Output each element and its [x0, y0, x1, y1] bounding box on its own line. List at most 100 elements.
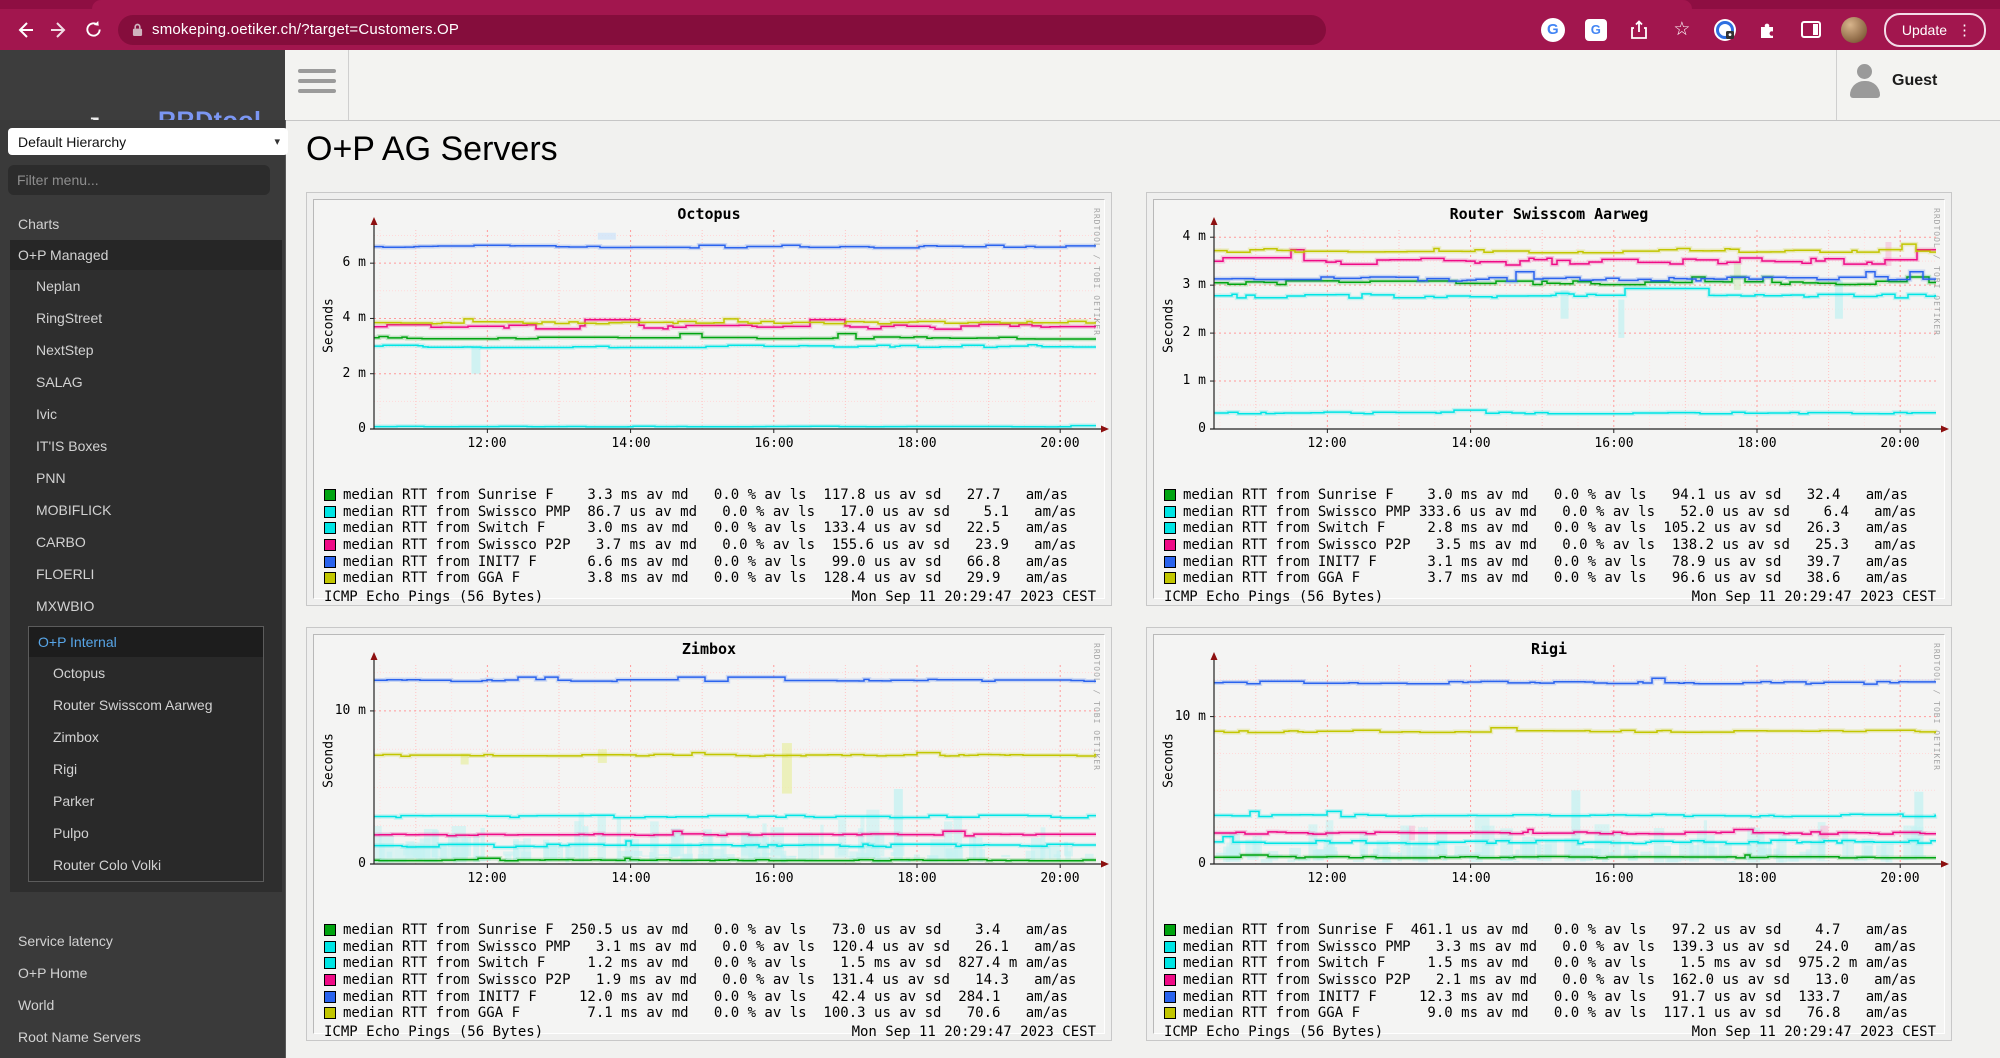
graph-legend: median RTT from Sunrise F 250.5 us av md…: [324, 922, 1100, 1022]
graph-panel-rigi[interactable]: RigiSecondsRRDTOOL / TOBI OETIKER010 m12…: [1146, 627, 1952, 1041]
graph-legend: median RTT from Sunrise F 3.3 ms av md 0…: [324, 487, 1100, 587]
graph-panel-octopus[interactable]: OctopusSecondsRRDTOOL / TOBI OETIKER02 m…: [306, 192, 1112, 606]
legend-swatch-icon: [324, 556, 336, 568]
x-tick-label: 20:00: [1040, 436, 1079, 451]
graph-legend: median RTT from Sunrise F 3.0 ms av md 0…: [1164, 487, 1940, 587]
page: smokeping.oetiker.ch/?target=Customers.O…: [0, 0, 2000, 1058]
rrd-graph-zimbox[interactable]: ZimboxSecondsRRDTOOL / TOBI OETIKER010 m…: [313, 634, 1105, 1034]
y-tick-label: 2 m: [1158, 325, 1206, 340]
legend-swatch-icon: [324, 957, 336, 969]
sidebar-item-ringstreet[interactable]: RingStreet: [10, 302, 282, 334]
sidebar-item-charts[interactable]: Charts: [0, 208, 285, 240]
legend-swatch-icon: [324, 506, 336, 518]
legend-swatch-icon: [324, 572, 336, 584]
google-search-icon[interactable]: G: [1540, 17, 1566, 43]
sidebar-item-op-managed[interactable]: O+P Managed: [10, 240, 282, 270]
sidebar-item-zimbox[interactable]: Zimbox: [29, 721, 263, 753]
url-bar[interactable]: smokeping.oetiker.ch/?target=Customers.O…: [118, 15, 1326, 45]
x-tick-label: 16:00: [754, 871, 793, 886]
legend-row: median RTT from INIT7 F 3.1 ms av md 0.0…: [1164, 553, 1940, 570]
sidebar-item-nextstep[interactable]: NextStep: [10, 334, 282, 366]
browser-menu-kebab-icon[interactable]: ⋮: [1957, 21, 1972, 39]
sidebar-item-rigi[interactable]: Rigi: [29, 753, 263, 785]
user-label: Guest: [1892, 72, 1937, 90]
reload-icon: [84, 20, 103, 39]
sidebar-item-mobiflick[interactable]: MOBIFLICK: [10, 494, 282, 526]
extensions-puzzle-icon[interactable]: [1755, 17, 1781, 43]
sidebar-item-neplan[interactable]: Neplan: [10, 270, 282, 302]
update-button[interactable]: Update ⋮: [1884, 13, 1986, 47]
legend-row: median RTT from Swissco P2P 3.5 ms av md…: [1164, 537, 1940, 554]
legend-row: median RTT from INIT7 F 12.0 ms av md 0.…: [324, 988, 1100, 1005]
translate-icon[interactable]: G: [1583, 17, 1609, 43]
rrd-graph-octopus[interactable]: OctopusSecondsRRDTOOL / TOBI OETIKER02 m…: [313, 199, 1105, 599]
forward-arrow-icon: [49, 20, 69, 40]
sidebar-item-mxwbio[interactable]: MXWBIO: [10, 590, 282, 622]
side-panel-icon[interactable]: [1798, 17, 1824, 43]
legend-swatch-icon: [324, 539, 336, 551]
sidebar-item-pnn[interactable]: PNN: [10, 462, 282, 494]
legend-swatch-icon: [1164, 1007, 1176, 1019]
sidebar-item-op-internal[interactable]: O+P Internal: [29, 627, 263, 657]
x-tick-label: 16:00: [754, 436, 793, 451]
sidebar-item-router-colo-volki[interactable]: Router Colo Volki: [29, 849, 263, 881]
page-title: O+P AG Servers: [306, 130, 558, 169]
sidebar-item-multi-target-graphs[interactable]: Multi Target Graphs: [0, 1053, 285, 1058]
x-tick-label: 14:00: [611, 436, 650, 451]
sidebar-item-carbo[interactable]: CARBO: [10, 526, 282, 558]
hierarchy-select[interactable]: Default Hierarchy ▾: [8, 128, 288, 155]
user-icon: [1848, 62, 1882, 100]
legend-row: median RTT from Sunrise F 250.5 us av md…: [324, 922, 1100, 939]
sidebar-item-router-swisscom-aarweg[interactable]: Router Swisscom Aarweg: [29, 689, 263, 721]
password-manager-icon[interactable]: [1712, 17, 1738, 43]
graph-timestamp: Mon Sep 11 20:29:47 2023 CEST: [1692, 589, 1936, 605]
x-tick-label: 18:00: [897, 436, 936, 451]
user-area[interactable]: Guest: [1848, 62, 1937, 100]
probe-label: ICMP Echo Pings (56 Bytes): [1164, 589, 1383, 605]
y-tick-label: 1 m: [1158, 373, 1206, 388]
sidebar-item-op-home[interactable]: O+P Home: [0, 957, 285, 989]
plot-area: [1200, 649, 1944, 875]
sidebar-item-world[interactable]: World: [0, 989, 285, 1021]
forward-button[interactable]: [42, 13, 76, 47]
bookmark-star-icon[interactable]: ☆: [1669, 17, 1695, 43]
back-button[interactable]: [8, 13, 42, 47]
legend-swatch-icon: [324, 1007, 336, 1019]
graph-panel-zimbox[interactable]: ZimboxSecondsRRDTOOL / TOBI OETIKER010 m…: [306, 627, 1112, 1041]
legend-swatch-icon: [1164, 974, 1176, 986]
menu-hamburger-icon[interactable]: [298, 69, 336, 101]
sidebar-item-service-latency[interactable]: Service latency: [0, 925, 285, 957]
filter-menu-input[interactable]: [8, 165, 270, 195]
sidebar-item-itis-boxes[interactable]: IT'IS Boxes: [10, 430, 282, 462]
y-tick-label: 4 m: [1158, 229, 1206, 244]
sidebar-item-parker[interactable]: Parker: [29, 785, 263, 817]
plot-area: [360, 214, 1104, 440]
graph-ylabel: Seconds: [1162, 716, 1177, 806]
share-icon[interactable]: [1626, 17, 1652, 43]
x-tick-label: 16:00: [1594, 871, 1633, 886]
browser-toolbar: smokeping.oetiker.ch/?target=Customers.O…: [0, 9, 2000, 50]
logo-block: smoke ping RRDtool logging & graphing: [0, 50, 285, 120]
legend-swatch-icon: [1164, 924, 1176, 936]
browser-active-tab[interactable]: [92, 0, 1692, 9]
sidebar: Default Hierarchy ▾ Charts O+P Managed N…: [0, 120, 286, 1058]
sidebar-item-octopus[interactable]: Octopus: [29, 657, 263, 689]
rrd-graph-router-swisscom-aarweg[interactable]: Router Swisscom AarwegSecondsRRDTOOL / T…: [1153, 199, 1945, 599]
graph-panel-router-swisscom-aarweg[interactable]: Router Swisscom AarwegSecondsRRDTOOL / T…: [1146, 192, 1952, 606]
x-tick-label: 14:00: [611, 871, 650, 886]
legend-row: median RTT from GGA F 9.0 ms av md 0.0 %…: [1164, 1005, 1940, 1022]
y-tick-label: 0: [1158, 421, 1206, 436]
sidebar-group-op-managed: O+P Managed Neplan RingStreet NextStep S…: [10, 240, 282, 892]
sidebar-item-salag[interactable]: SALAG: [10, 366, 282, 398]
legend-row: median RTT from Switch F 2.8 ms av md 0.…: [1164, 520, 1940, 537]
legend-swatch-icon: [1164, 991, 1176, 1003]
sidebar-item-root-name-servers[interactable]: Root Name Servers: [0, 1021, 285, 1053]
sidebar-item-pulpo[interactable]: Pulpo: [29, 817, 263, 849]
reload-button[interactable]: [76, 13, 110, 47]
sidebar-item-floerli[interactable]: FLOERLI: [10, 558, 282, 590]
profile-avatar[interactable]: [1841, 17, 1867, 43]
legend-row: median RTT from Swissco P2P 1.9 ms av md…: [324, 972, 1100, 989]
rrd-graph-rigi[interactable]: RigiSecondsRRDTOOL / TOBI OETIKER010 m12…: [1153, 634, 1945, 1034]
sidebar-group-op-internal: O+P Internal Octopus Router Swisscom Aar…: [28, 626, 264, 882]
sidebar-item-ivic[interactable]: Ivic: [10, 398, 282, 430]
